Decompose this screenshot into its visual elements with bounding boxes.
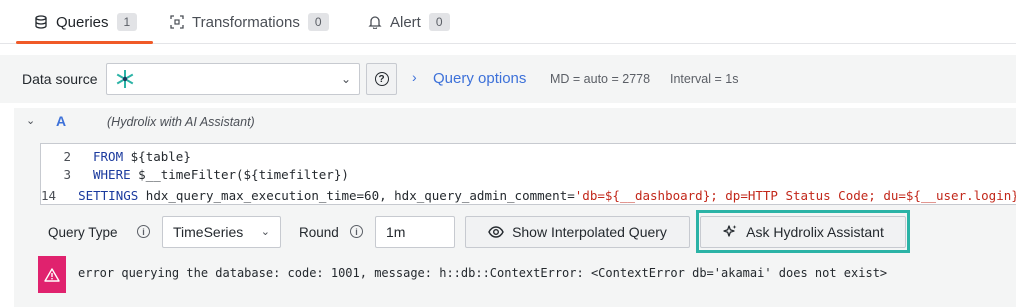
chevron-down-icon: ⌄	[260, 226, 270, 238]
line-number: 14	[41, 187, 57, 203]
sql-keyword: SETTINGS	[78, 187, 146, 203]
active-tab-indicator	[16, 41, 153, 44]
data-source-label: Data source	[14, 63, 106, 95]
line-number: 2	[63, 148, 71, 164]
round-value: 1m	[386, 224, 406, 240]
sql-text: ${table}	[130, 148, 191, 164]
query-type-value: TimeSeries	[173, 224, 244, 240]
sql-editor[interactable]: 2 FROM ${table} 3 WHERE $__timeFilter(${…	[40, 143, 1016, 205]
collapse-chevron-icon[interactable]: ⌄	[26, 114, 35, 127]
help-button[interactable]: ?	[366, 63, 397, 95]
button-label: Ask Hydrolix Assistant	[746, 224, 884, 240]
info-icon[interactable]: i	[137, 225, 150, 238]
transform-icon	[170, 15, 184, 29]
help-icon: ?	[374, 72, 389, 86]
editor-line: 2 FROM ${table}	[41, 147, 1016, 165]
round-label: Round	[299, 224, 339, 240]
query-options-toggle[interactable]: Query options	[433, 70, 526, 87]
sql-string: 'db=${__dashboard}; dp=HTTP Status Code;…	[574, 187, 1016, 203]
sql-keyword: FROM	[93, 148, 131, 164]
ask-assistant-button[interactable]: Ask Hydrolix Assistant	[700, 216, 906, 248]
data-source-select[interactable]: ⌄	[106, 63, 360, 95]
show-interpolated-query-button[interactable]: Show Interpolated Query	[465, 216, 690, 248]
info-icon[interactable]: i	[350, 225, 363, 238]
error-icon-box	[38, 256, 66, 293]
round-input[interactable]: 1m	[375, 216, 455, 248]
tab-alert[interactable]: Alert 0	[368, 0, 450, 44]
editor-line: 14 SETTINGS hdx_query_max_execution_time…	[41, 186, 1016, 204]
tab-queries[interactable]: Queries 1	[34, 0, 138, 44]
button-label: Show Interpolated Query	[512, 224, 667, 240]
line-number: 3	[63, 166, 71, 182]
max-data-points-info: MD = auto = 2778	[550, 72, 651, 86]
editor-line: 3 WHERE $__timeFilter(${timefilter})	[41, 165, 1016, 183]
count-badge: 1	[116, 13, 138, 31]
tab-label: Queries	[56, 13, 109, 31]
eye-icon	[488, 226, 504, 238]
tab-transformations[interactable]: Transformations 0	[170, 0, 329, 44]
count-badge: 0	[307, 13, 329, 31]
database-icon	[35, 15, 47, 29]
count-badge: 0	[428, 13, 450, 31]
datasource-toolbar: Data source ⌄ ? › Query options MD = aut…	[0, 55, 1016, 103]
chevron-right-icon[interactable]: ›	[412, 69, 417, 85]
query-datasource-name: (Hydrolix with AI Assistant)	[107, 115, 255, 129]
query-tabs: Queries 1 Transformations 0 Alert 0	[0, 0, 1016, 44]
query-type-label: Query Type	[48, 224, 118, 240]
bell-icon	[368, 16, 382, 29]
warning-icon	[44, 267, 60, 282]
query-row-header: ⌄ A (Hydrolix with AI Assistant)	[14, 108, 1016, 136]
query-ref-id[interactable]: A	[56, 113, 66, 129]
interval-info: Interval = 1s	[670, 72, 739, 86]
sql-text: $__timeFilter(${timefilter})	[138, 166, 349, 182]
chevron-down-icon: ⌄	[340, 72, 351, 86]
hydrolix-logo-icon	[116, 70, 134, 88]
tab-label: Transformations	[192, 13, 300, 31]
query-type-select[interactable]: TimeSeries ⌄	[162, 216, 281, 248]
sparkle-icon	[723, 225, 737, 237]
error-message: error querying the database: code: 1001,…	[78, 266, 888, 280]
sql-keyword: WHERE	[93, 166, 139, 182]
sql-text: hdx_query_max_execution_time=60, hdx_que…	[145, 187, 575, 203]
tab-label: Alert	[390, 13, 421, 31]
